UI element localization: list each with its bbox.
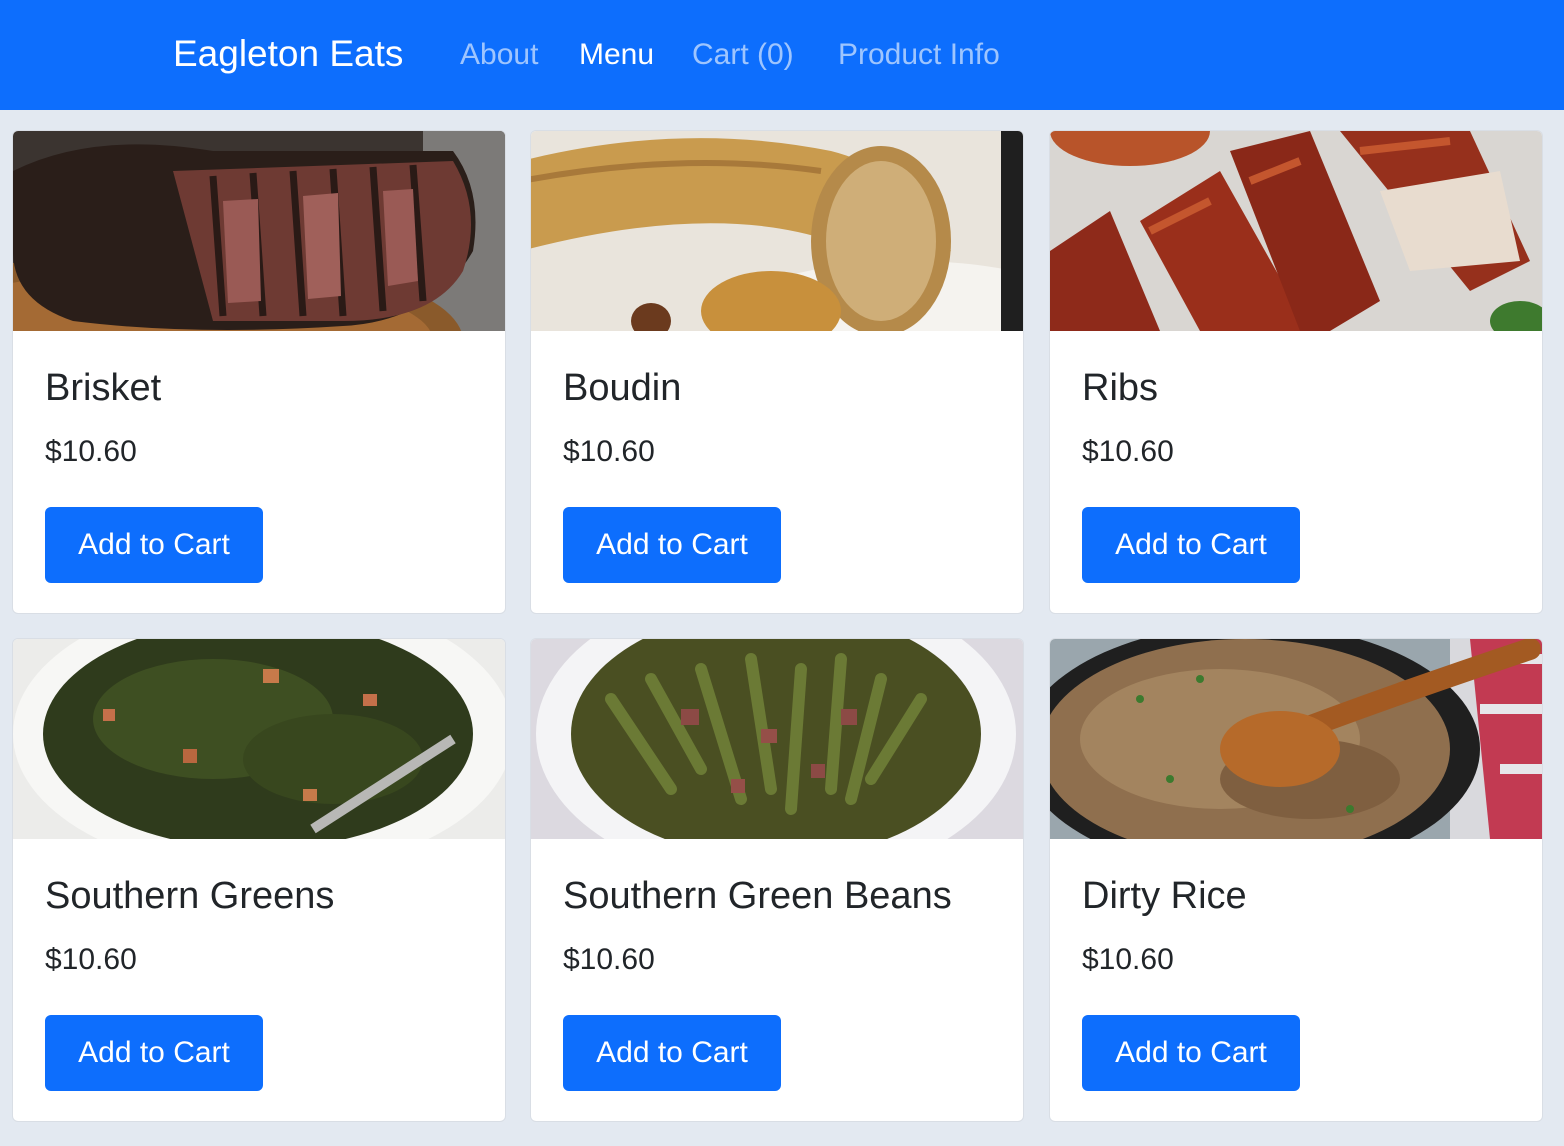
greens-photo [13, 639, 505, 839]
navbar: Eagleton Eats About Menu Cart (0) Produc… [0, 0, 1564, 110]
dirty-rice-photo [1050, 639, 1542, 839]
nav-link-cart[interactable]: Cart (0) [692, 35, 794, 75]
add-to-cart-button[interactable]: Add to Cart [563, 507, 781, 583]
add-to-cart-button[interactable]: Add to Cart [1082, 1015, 1300, 1091]
add-to-cart-button[interactable]: Add to Cart [45, 1015, 263, 1091]
menu-card-southern-green-beans: Southern Green Beans $10.60 Add to Cart [530, 638, 1024, 1122]
menu-card-brisket: Brisket $10.60 Add to Cart [12, 130, 506, 614]
item-name: Brisket [45, 367, 162, 409]
green-beans-photo [531, 639, 1023, 839]
item-name: Boudin [563, 367, 682, 409]
nav-link-about[interactable]: About [460, 35, 538, 75]
add-to-cart-button[interactable]: Add to Cart [45, 507, 263, 583]
item-price: $10.60 [45, 943, 137, 976]
item-name: Southern Green Beans [563, 875, 952, 917]
item-price: $10.60 [45, 435, 137, 468]
menu-card-ribs: Ribs $10.60 Add to Cart [1049, 130, 1543, 614]
item-price: $10.60 [563, 435, 655, 468]
item-name: Dirty Rice [1082, 875, 1247, 917]
ribs-photo [1050, 131, 1542, 331]
nav-link-menu[interactable]: Menu [579, 35, 654, 75]
item-price: $10.60 [563, 943, 655, 976]
nav-link-product-info[interactable]: Product Info [838, 35, 1000, 75]
menu-card-boudin: Boudin $10.60 Add to Cart [530, 130, 1024, 614]
item-price: $10.60 [1082, 435, 1174, 468]
menu-card-southern-greens: Southern Greens $10.60 Add to Cart [12, 638, 506, 1122]
brand-link[interactable]: Eagleton Eats [173, 30, 403, 78]
add-to-cart-button[interactable]: Add to Cart [563, 1015, 781, 1091]
add-to-cart-button[interactable]: Add to Cart [1082, 507, 1300, 583]
menu-card-dirty-rice: Dirty Rice $10.60 Add to Cart [1049, 638, 1543, 1122]
item-name: Southern Greens [45, 875, 335, 917]
brisket-photo [13, 131, 505, 331]
item-name: Ribs [1082, 367, 1159, 409]
item-price: $10.60 [1082, 943, 1174, 976]
boudin-photo [531, 131, 1023, 331]
